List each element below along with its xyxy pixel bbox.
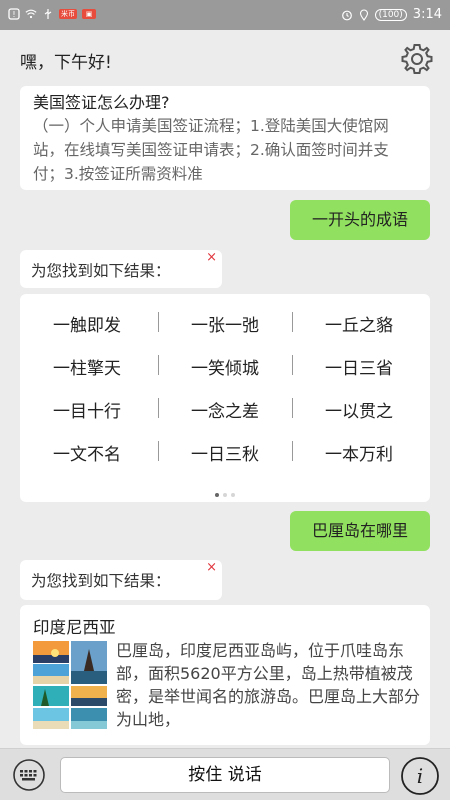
close-icon[interactable]: ×	[206, 560, 217, 575]
alarm-icon	[341, 10, 352, 20]
svg-text:!: !	[12, 10, 15, 19]
page-dot-active	[215, 493, 219, 497]
notification-icon: !	[8, 8, 20, 20]
battery-level: 100	[382, 9, 400, 20]
gear-icon	[401, 44, 433, 74]
status-bar: ! 米币 ▣ (100) 3:14	[0, 0, 450, 30]
user-message-bubble: 一开头的成语	[290, 200, 430, 240]
column-divider	[292, 312, 293, 332]
results-label-bubble: 为您找到如下结果： ×	[20, 560, 222, 600]
battery-indicator: (100)	[374, 8, 407, 21]
idiom-item[interactable]: 一柱擎天	[20, 354, 154, 379]
close-icon[interactable]: ×	[206, 250, 217, 265]
visa-card-title: 美国签证怎么办理?	[33, 93, 170, 112]
header: 嘿，下午好!	[0, 30, 450, 86]
info-label: i	[417, 764, 423, 788]
page-dot	[223, 493, 227, 497]
idiom-item[interactable]: 一念之差	[158, 397, 292, 422]
user-message-bubble: 巴厘岛在哪里	[290, 511, 430, 551]
clock: 3:14	[412, 7, 442, 22]
info-button[interactable]: i	[400, 756, 440, 796]
column-divider	[292, 441, 293, 461]
bali-card-title: 印度尼西亚	[33, 618, 116, 637]
column-divider	[158, 312, 159, 332]
column-divider	[292, 355, 293, 375]
idiom-item[interactable]: 一以贯之	[292, 397, 426, 422]
column-divider	[158, 441, 159, 461]
column-divider	[292, 398, 293, 418]
idiom-item[interactable]: 一触即发	[20, 311, 154, 336]
column-divider	[158, 398, 159, 418]
keyboard-icon	[13, 759, 45, 791]
visa-answer-card[interactable]: 美国签证怎么办理? （一）个人申请美国签证流程；1.登陆美国大使馆网站，在线填写…	[20, 86, 430, 190]
idiom-item[interactable]: 一本万利	[292, 440, 426, 465]
settings-button[interactable]	[400, 42, 434, 76]
idiom-item[interactable]: 一笑倾城	[158, 354, 292, 379]
idiom-item[interactable]: 一丘之貉	[292, 311, 426, 336]
location-icon	[359, 8, 368, 21]
status-left-icons: ! 米币 ▣	[8, 8, 96, 20]
bali-answer-card[interactable]: 印度尼西亚 巴厘岛，印度尼西亚岛屿，位于爪哇岛东部，面积5620平方公里，岛上热…	[20, 605, 430, 745]
bottom-input-bar: 按住 说话 i	[0, 748, 450, 800]
bali-photo-collage	[33, 641, 107, 729]
app-badge: 米币	[59, 9, 77, 19]
results-label-bubble: 为您找到如下结果： ×	[20, 250, 222, 288]
column-divider	[158, 355, 159, 375]
results-label: 为您找到如下结果：	[31, 572, 171, 590]
idiom-item[interactable]: 一日三秋	[158, 440, 292, 465]
usb-icon	[44, 9, 52, 19]
app-badge-icon: ▣	[82, 9, 96, 19]
hold-to-talk-button[interactable]: 按住 说话	[60, 757, 390, 793]
info-icon: i	[401, 757, 439, 795]
wifi-icon	[25, 9, 37, 19]
page-dot	[231, 493, 235, 497]
status-right-icons: (100) 3:14	[341, 7, 442, 22]
idiom-item[interactable]: 一日三省	[292, 354, 426, 379]
keyboard-toggle-button[interactable]	[10, 758, 48, 792]
idiom-item[interactable]: 一文不名	[20, 440, 154, 465]
page-indicator[interactable]	[20, 482, 430, 501]
idiom-item[interactable]: 一目十行	[20, 397, 154, 422]
results-label: 为您找到如下结果：	[31, 262, 171, 280]
bali-card-body: 巴厘岛，印度尼西亚岛屿，位于爪哇岛东部，面积5620平方公里，岛上热带植被茂密，…	[116, 641, 421, 729]
greeting-text: 嘿，下午好!	[20, 53, 112, 73]
idiom-grid-card: 一触即发 一张一弛 一丘之貉 一柱擎天 一笑倾城 一日三省 一目十行 一念之差 …	[20, 294, 430, 502]
idiom-item[interactable]: 一张一弛	[158, 311, 292, 336]
visa-card-body: （一）个人申请美国签证流程；1.登陆美国大使馆网站，在线填写美国签证申请表；2.…	[33, 117, 389, 183]
